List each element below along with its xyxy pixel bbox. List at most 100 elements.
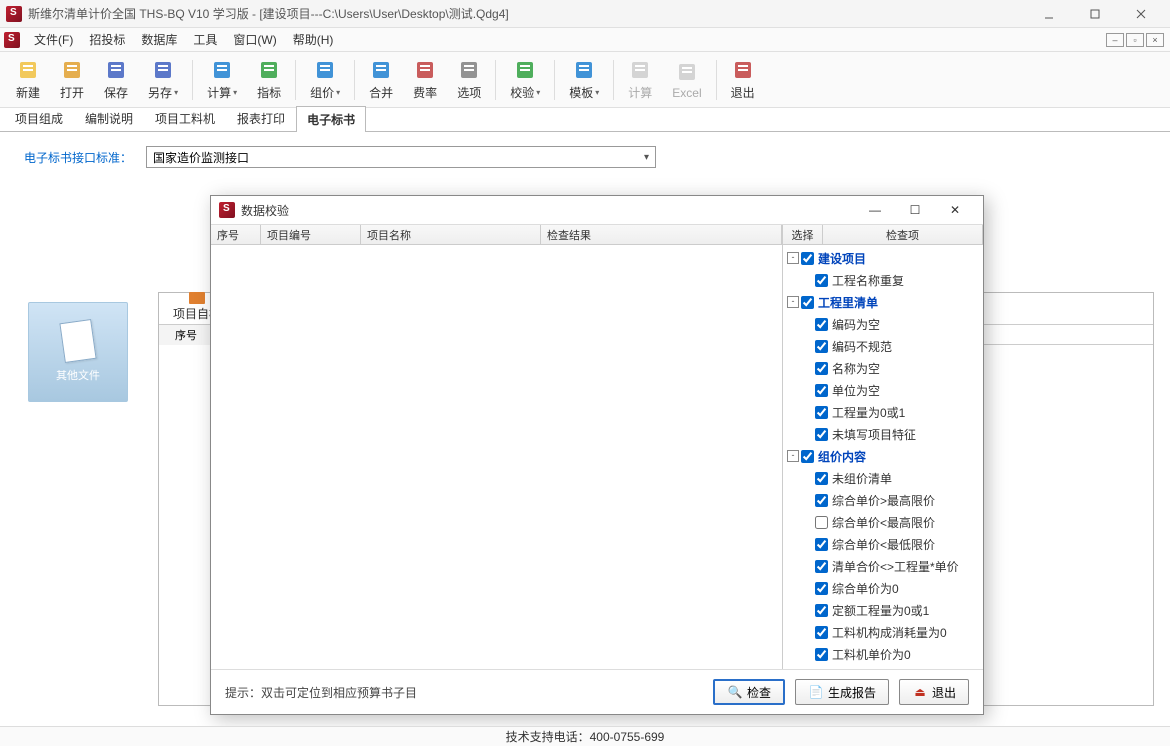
tree-node[interactable]: 清单合价<>工程量*单价 bbox=[783, 555, 983, 577]
tree-checkbox[interactable] bbox=[815, 384, 828, 397]
menu-item[interactable]: 帮助(H) bbox=[285, 29, 342, 50]
tree-node[interactable]: -建设项目 bbox=[783, 247, 983, 269]
tree-checkbox[interactable] bbox=[815, 406, 828, 419]
generate-report-button[interactable]: 📄 生成报告 bbox=[795, 679, 889, 705]
tree-node[interactable]: 未组价清单 bbox=[783, 467, 983, 489]
toolbar-保存[interactable]: 保存 bbox=[94, 56, 138, 103]
toolbar-新建[interactable]: 新建 bbox=[6, 56, 50, 103]
tree-checkbox[interactable] bbox=[815, 362, 828, 375]
toolbar-选项[interactable]: 选项 bbox=[447, 56, 491, 103]
col-header[interactable]: 选择 bbox=[783, 225, 823, 244]
tree-node[interactable]: -工程里清单 bbox=[783, 291, 983, 313]
col-header[interactable]: 检查结果 bbox=[541, 225, 782, 244]
checks-header: 选择检查项 bbox=[783, 225, 983, 245]
expand-icon[interactable]: - bbox=[787, 450, 799, 462]
data-validation-dialog: 数据校验 — ☐ ✕ 序号项目编号项目名称检查结果 选择检查项 -建设项目工程名… bbox=[210, 195, 984, 715]
toolbar-指标[interactable]: 指标 bbox=[247, 56, 291, 103]
tree-node[interactable]: 综合单价<最高限价 bbox=[783, 511, 983, 533]
tree-checkbox[interactable] bbox=[801, 252, 814, 265]
tree-checkbox[interactable] bbox=[815, 318, 828, 331]
maximize-button[interactable] bbox=[1072, 0, 1118, 28]
tree-node[interactable]: 定额工程量为0或1 bbox=[783, 599, 983, 621]
toolbar-icon bbox=[675, 60, 699, 84]
tree-checkbox[interactable] bbox=[815, 472, 828, 485]
toolbar-计算[interactable]: 计算▾ bbox=[197, 56, 247, 103]
side-panel-other-files[interactable]: 其他文件 bbox=[28, 302, 128, 402]
tree-checkbox[interactable] bbox=[815, 604, 828, 617]
menu-item[interactable]: 招投标 bbox=[81, 29, 133, 50]
menu-item[interactable]: 窗口(W) bbox=[225, 29, 284, 50]
col-header[interactable]: 项目名称 bbox=[361, 225, 541, 244]
tree-node[interactable]: 名称为空 bbox=[783, 357, 983, 379]
tree-node[interactable]: 未填写项目特征 bbox=[783, 423, 983, 445]
menu-item[interactable]: 文件(F) bbox=[26, 29, 81, 50]
toolbar-组价[interactable]: 组价▾ bbox=[300, 56, 350, 103]
tree-node[interactable]: 综合单价>最高限价 bbox=[783, 489, 983, 511]
tree-node[interactable]: 编码不规范 bbox=[783, 335, 983, 357]
tree-label: 编码为空 bbox=[832, 316, 880, 333]
tree-checkbox[interactable] bbox=[815, 626, 828, 639]
toolbar-icon bbox=[313, 58, 337, 82]
standard-select[interactable]: 国家造价监测接口 ▾ bbox=[146, 146, 656, 168]
exit-button[interactable]: ⏏ 退出 bbox=[899, 679, 969, 705]
document-icon bbox=[59, 319, 96, 363]
tree-checkbox[interactable] bbox=[815, 516, 828, 529]
tree-label: 组价内容 bbox=[818, 448, 866, 465]
col-header[interactable]: 检查项 bbox=[823, 225, 983, 244]
checks-tree[interactable]: -建设项目工程名称重复-工程里清单编码为空编码不规范名称为空单位为空工程量为0或… bbox=[783, 245, 983, 669]
dialog-close[interactable]: ✕ bbox=[935, 198, 975, 222]
tree-node[interactable]: 工料机构成消耗量为0 bbox=[783, 621, 983, 643]
tree-checkbox[interactable] bbox=[815, 582, 828, 595]
chevron-down-icon: ▾ bbox=[174, 88, 178, 97]
mdi-minimize[interactable]: – bbox=[1106, 33, 1124, 47]
tree-node[interactable]: 编码为空 bbox=[783, 313, 983, 335]
minimize-button[interactable] bbox=[1026, 0, 1072, 28]
mdi-close[interactable]: × bbox=[1146, 33, 1164, 47]
tab-编制说明[interactable]: 编制说明 bbox=[74, 105, 144, 131]
tree-checkbox[interactable] bbox=[801, 296, 814, 309]
tree-checkbox[interactable] bbox=[815, 274, 828, 287]
dialog-maximize[interactable]: ☐ bbox=[895, 198, 935, 222]
tree-label: 综合单价为0 bbox=[832, 580, 899, 597]
toolbar-另存[interactable]: 另存▾ bbox=[138, 56, 188, 103]
toolbar-校验[interactable]: 校验▾ bbox=[500, 56, 550, 103]
menu-item[interactable]: 数据库 bbox=[133, 29, 185, 50]
tree-node[interactable]: 综合单价为0 bbox=[783, 577, 983, 599]
tab-项目组成[interactable]: 项目组成 bbox=[4, 105, 74, 131]
toolbar-退出[interactable]: 退出 bbox=[721, 56, 765, 103]
tree-node[interactable]: - 组价内容 bbox=[783, 445, 983, 467]
results-panel: 序号项目编号项目名称检查结果 bbox=[211, 225, 783, 669]
menu-item[interactable]: 工具 bbox=[185, 29, 225, 50]
tree-checkbox[interactable] bbox=[815, 494, 828, 507]
col-header[interactable]: 项目编号 bbox=[261, 225, 361, 244]
tree-node[interactable]: 综合单价<最低限价 bbox=[783, 533, 983, 555]
titlebar: 斯维尔清单计价全国 THS-BQ V10 学习版 - [建设项目---C:\Us… bbox=[0, 0, 1170, 28]
toolbar-模板[interactable]: 模板▾ bbox=[559, 56, 609, 103]
mdi-restore[interactable]: ▫ bbox=[1126, 33, 1144, 47]
toolbar-费率[interactable]: 费率 bbox=[403, 56, 447, 103]
tab-报表打印[interactable]: 报表打印 bbox=[226, 105, 296, 131]
tree-checkbox[interactable] bbox=[815, 538, 828, 551]
tab-项目工料机[interactable]: 项目工料机 bbox=[144, 105, 226, 131]
tree-node[interactable]: 工程量为0或1 bbox=[783, 401, 983, 423]
tab-电子标书[interactable]: 电子标书 bbox=[296, 106, 366, 132]
tree-checkbox[interactable] bbox=[801, 450, 814, 463]
tree-checkbox[interactable] bbox=[815, 340, 828, 353]
tree-checkbox[interactable] bbox=[815, 428, 828, 441]
check-button[interactable]: 🔍 检查 bbox=[713, 679, 785, 705]
tree-node[interactable]: 工程名称重复 bbox=[783, 269, 983, 291]
status-text: 技术支持电话：400-0755-699 bbox=[506, 728, 665, 745]
tree-node[interactable]: 单位为空 bbox=[783, 379, 983, 401]
dialog-minimize[interactable]: — bbox=[855, 198, 895, 222]
results-empty bbox=[211, 245, 782, 669]
workspace-tab[interactable]: 序号 bbox=[159, 325, 214, 345]
expand-icon[interactable]: - bbox=[787, 296, 799, 308]
tree-node[interactable]: 工料机单价为0 bbox=[783, 643, 983, 665]
tree-checkbox[interactable] bbox=[815, 648, 828, 661]
col-header[interactable]: 序号 bbox=[211, 225, 261, 244]
toolbar-合并[interactable]: 合并 bbox=[359, 56, 403, 103]
close-button[interactable] bbox=[1118, 0, 1164, 28]
tree-checkbox[interactable] bbox=[815, 560, 828, 573]
expand-icon[interactable]: - bbox=[787, 252, 799, 264]
toolbar-打开[interactable]: 打开 bbox=[50, 56, 94, 103]
